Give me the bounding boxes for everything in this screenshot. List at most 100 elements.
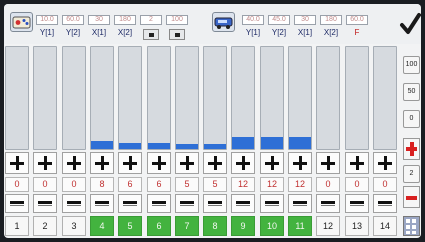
channel-bar[interactable] [231,46,255,150]
increase-channel-button[interactable] [203,152,227,174]
increase-channel-button[interactable] [5,152,29,174]
channel-number-button[interactable]: 4 [90,216,114,236]
channel-value: 12 [260,177,284,192]
increase-channel-button[interactable] [373,152,397,174]
increase-channel-button[interactable] [33,152,57,174]
channel-value: 0 [5,177,29,192]
preset-button-0[interactable]: 0 [403,110,420,128]
channel-number-button[interactable]: 8 [203,216,227,236]
channel-number-button[interactable]: 5 [118,216,142,236]
decrease-channel-button[interactable] [260,194,284,213]
preset-button-50[interactable]: 50 [403,83,420,101]
channel-bar[interactable] [316,46,340,150]
channel-bar-fill [176,144,198,149]
left-param-value[interactable]: 60.0 [62,15,84,25]
left-param-value[interactable]: 100 [166,15,188,25]
increase-channel-button[interactable] [175,152,199,174]
decrease-channel-button[interactable] [62,194,86,213]
increase-channel-button[interactable] [288,152,312,174]
channel-bar[interactable] [33,46,57,150]
right-param-value[interactable]: 30 [294,15,316,25]
right-param-value[interactable]: 40.0 [242,15,264,25]
left-param-value[interactable]: 2 [140,15,162,25]
channel-bar[interactable] [373,46,397,150]
decrease-channel-button[interactable] [5,194,29,213]
channel-value: 8 [90,177,114,192]
increase-channel-button[interactable] [62,152,86,174]
step-size-button[interactable]: 2 [403,165,420,183]
channel-bar[interactable] [62,46,86,150]
channel-value: 12 [288,177,312,192]
channel-number-button[interactable]: 10 [260,216,284,236]
channel-value: 0 [345,177,369,192]
channel-number-button[interactable]: 11 [288,216,312,236]
left-param-value[interactable]: 10.0 [36,15,58,25]
right-param-label: F [354,28,360,37]
left-param-value[interactable]: 30 [88,15,110,25]
increase-all-button[interactable] [403,138,420,160]
decrease-channel-button[interactable] [147,194,171,213]
decrease-channel-button[interactable] [203,194,227,213]
channel-value: 0 [33,177,57,192]
channel-number-button[interactable]: 3 [62,216,86,236]
increase-channel-button[interactable] [231,152,255,174]
channel-number-button[interactable]: 6 [147,216,171,236]
channel-bar[interactable] [5,46,29,150]
left-param-label: Y[2] [65,28,81,37]
channel-bar[interactable] [203,46,227,150]
increase-channel-button[interactable] [90,152,114,174]
left-param-value[interactable]: 180 [114,15,136,25]
channel-bar[interactable] [288,46,312,150]
channel-number-button[interactable]: 14 [373,216,397,236]
small-toggle-button[interactable] [143,29,159,40]
channel-number-button[interactable]: 12 [316,216,340,236]
channel-bar[interactable] [175,46,199,150]
right-param-label: X[2] [323,28,339,37]
parameter-bar: 10.0 Y[1] 60.0 Y[2] 30 X[1] 180 X[2] 2 100 40.0 Y[1… [4,4,421,44]
right-param-value[interactable]: 180 [320,15,342,25]
channel-value: 12 [231,177,255,192]
channel-bar-fill [204,144,226,149]
channel-bar[interactable] [147,46,171,150]
small-toggle-icon [149,33,154,37]
channel-value: 0 [62,177,86,192]
increase-channel-button[interactable] [260,152,284,174]
increase-channel-button[interactable] [316,152,340,174]
controller-icon[interactable] [10,12,33,32]
right-param-label: Y[1] [245,28,261,37]
channel-bar-fill [91,141,113,149]
channel-number-button[interactable]: 2 [33,216,57,236]
channel-bar[interactable] [90,46,114,150]
channel-number-button[interactable]: 1 [5,216,29,236]
channel-bar[interactable] [118,46,142,150]
grid-icon[interactable] [403,216,420,236]
confirm-button[interactable] [399,8,421,42]
right-param-value[interactable]: 60.0 [346,15,368,25]
increase-channel-button[interactable] [147,152,171,174]
decrease-channel-button[interactable] [175,194,199,213]
decrease-channel-button[interactable] [118,194,142,213]
increase-channel-button[interactable] [345,152,369,174]
channel-level-bars [4,46,401,150]
channel-value: 6 [118,177,142,192]
small-toggle-icon [175,33,180,37]
channel-number-button[interactable]: 7 [175,216,199,236]
small-toggle-button[interactable] [169,29,185,40]
increase-channel-button[interactable] [118,152,142,174]
decrease-channel-button[interactable] [33,194,57,213]
decrease-channel-button[interactable] [288,194,312,213]
decrease-channel-button[interactable] [231,194,255,213]
preset-button-100[interactable]: 100 [403,56,420,74]
decrease-channel-button[interactable] [345,194,369,213]
channel-number-button[interactable]: 13 [345,216,369,236]
decrease-channel-button[interactable] [316,194,340,213]
channel-bar[interactable] [260,46,284,150]
right-param-value[interactable]: 45.0 [268,15,290,25]
decrease-channel-button[interactable] [373,194,397,213]
channel-number-button[interactable]: 9 [231,216,255,236]
decrease-all-button[interactable] [403,186,420,208]
vehicle-icon[interactable] [212,12,235,32]
channel-bar-fill [289,137,311,149]
channel-bar[interactable] [345,46,369,150]
decrease-channel-button[interactable] [90,194,114,213]
